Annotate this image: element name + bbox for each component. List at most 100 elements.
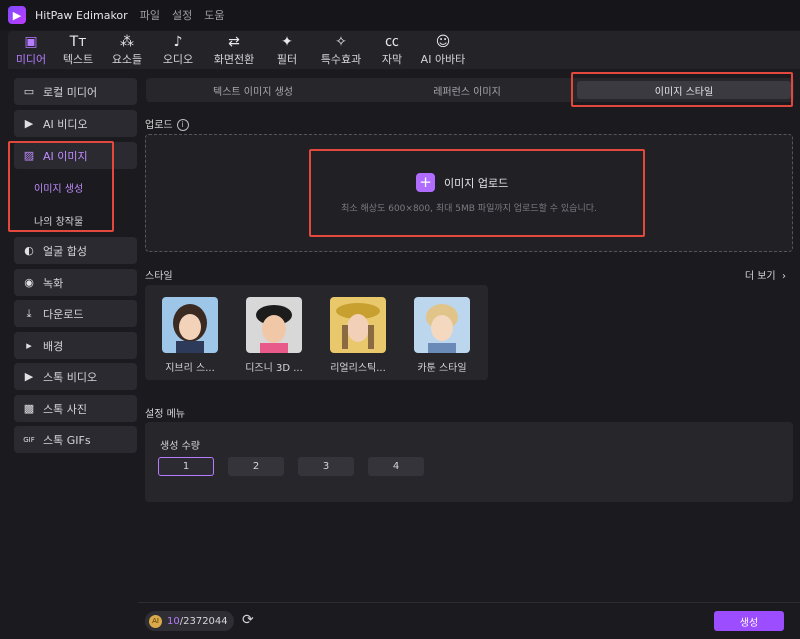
settings-section-title: 설정 메뉴 xyxy=(145,409,185,420)
tool-subtitle[interactable]: ㏄ 자막 xyxy=(372,31,412,69)
style-thumbnail xyxy=(330,297,386,353)
ai-image-icon: ▨ xyxy=(23,149,35,162)
credits-used: 10 xyxy=(167,615,180,627)
sidebar-item-ai-video[interactable]: ▶ AI 비디오 xyxy=(14,110,137,137)
sidebar-item-stock-video[interactable]: ▶ 스톡 비디오 xyxy=(14,363,137,390)
style-card-realistic[interactable]: 리얼리스틱... xyxy=(328,297,388,374)
tool-effects-label: 특수효과 xyxy=(320,52,362,66)
tool-effects[interactable]: ✧ 특수효과 xyxy=(310,31,372,69)
refresh-icon[interactable]: ⟳ xyxy=(242,612,254,628)
style-thumbnail xyxy=(246,297,302,353)
more-styles-link[interactable]: 더 보기 › xyxy=(745,267,786,282)
text-icon: Tт xyxy=(69,33,87,50)
sidebar-item-record[interactable]: ◉ 녹화 xyxy=(14,269,137,296)
stock-video-icon: ▶ xyxy=(24,370,34,383)
style-card-disney-3d[interactable]: 디즈니 3D ... xyxy=(244,297,304,374)
tool-filter[interactable]: ✦ 필터 xyxy=(264,31,310,69)
sub-item-my-creations[interactable]: 나의 창작물 xyxy=(34,213,83,228)
upload-image-button[interactable]: + 이미지 업로드 xyxy=(416,173,508,192)
style-card-ghibli[interactable]: 지브리 스... xyxy=(160,297,220,374)
sidebar-item-label: 다운로드 xyxy=(43,307,84,321)
background-icon: ▸ xyxy=(26,339,32,352)
tool-media[interactable]: ▣ 미디어 xyxy=(8,31,54,69)
upload-hint: 최소 해상도 600×800, 최대 5MB 파일까지 업로드할 수 있습니다. xyxy=(341,204,597,214)
credits-display: AI 10/2372044 xyxy=(145,611,234,631)
tool-subtitle-label: 자막 xyxy=(381,52,403,66)
chevron-right-icon: › xyxy=(778,271,786,282)
menu-settings[interactable]: 설정 xyxy=(172,7,192,23)
stock-photo-icon: ▩ xyxy=(23,402,35,415)
styles-panel: 지브리 스... 디즈니 3D ... 리얼리스틱... 카툰 스타일 xyxy=(145,285,488,380)
quantity-option-4[interactable]: 4 xyxy=(368,457,424,476)
tool-ai-avatar-label: AI 아바타 xyxy=(420,52,466,66)
main-toolbar: ▣ 미디어 Tт 텍스트 ⁂ 요소들 ♪ 오디오 ⇄ 화면전환 ✦ 필터 ✧ 특… xyxy=(8,31,800,69)
audio-icon: ♪ xyxy=(173,33,183,50)
tool-filter-label: 필터 xyxy=(276,52,298,66)
sidebar-item-label: 로컬 미디어 xyxy=(43,85,98,99)
download-icon: ⤓ xyxy=(26,306,32,320)
style-name: 리얼리스틱... xyxy=(330,363,386,374)
bottom-bar: AI 10/2372044 ⟳ 생성 xyxy=(138,602,800,639)
tab-image-style[interactable]: 이미지 스타일 xyxy=(577,81,791,99)
info-icon[interactable]: i xyxy=(176,119,189,131)
generate-button[interactable]: 생성 xyxy=(714,611,784,631)
style-name: 지브리 스... xyxy=(165,363,215,374)
sidebar: ▭ 로컬 미디어 ▶ AI 비디오 ▨ AI 이미지 이미지 생성 나의 창작물… xyxy=(8,72,138,639)
subtitle-icon: ㏄ xyxy=(385,33,399,50)
upload-dropzone[interactable] xyxy=(145,134,793,252)
title-bar: ▶ HitPaw Edimakor 파일 설정 도움 xyxy=(0,0,800,30)
style-thumbnail xyxy=(162,297,218,353)
transition-icon: ⇄ xyxy=(228,33,240,50)
avatar-icon: ☺ xyxy=(435,33,451,50)
elements-icon: ⁂ xyxy=(120,33,134,50)
sidebar-item-local-media[interactable]: ▭ 로컬 미디어 xyxy=(14,78,137,105)
sidebar-item-stock-photo[interactable]: ▩ 스톡 사진 xyxy=(14,395,137,422)
ai-video-icon: ▶ xyxy=(24,117,34,130)
upload-button-label: 이미지 업로드 xyxy=(444,176,509,190)
sidebar-item-label: AI 비디오 xyxy=(43,117,88,131)
app-logo-icon: ▶ xyxy=(8,6,26,24)
tab-text-to-image[interactable]: 텍스트 이미지 생성 xyxy=(146,78,360,102)
tool-text[interactable]: Tт 텍스트 xyxy=(54,31,102,69)
menu-file[interactable]: 파일 xyxy=(140,7,160,23)
tab-bar: 텍스트 이미지 생성 레퍼런스 이미지 이미지 스타일 xyxy=(146,78,794,102)
plus-icon: + xyxy=(416,173,435,192)
tool-transition-label: 화면전환 xyxy=(213,52,255,66)
tool-transition[interactable]: ⇄ 화면전환 xyxy=(204,31,264,69)
app-title: HitPaw Edimakor xyxy=(35,8,128,22)
settings-panel: 생성 수량 1 2 3 4 xyxy=(145,422,793,502)
more-styles-label: 더 보기 xyxy=(744,271,776,282)
tool-elements[interactable]: ⁂ 요소들 xyxy=(102,31,152,69)
style-section-title: 스타일 xyxy=(145,271,173,282)
credits-total: /2372044 xyxy=(179,615,228,627)
filter-icon: ✦ xyxy=(281,33,293,50)
tool-elements-label: 요소들 xyxy=(111,52,143,66)
sidebar-item-ai-image[interactable]: ▨ AI 이미지 xyxy=(14,142,137,169)
upload-section-label: 업로드 xyxy=(145,120,173,131)
sidebar-item-face-swap[interactable]: ◐ 얼굴 합성 xyxy=(14,237,137,264)
main-panel: 텍스트 이미지 생성 레퍼런스 이미지 이미지 스타일 업로드 i + 이미지 업… xyxy=(138,72,800,639)
sub-item-image-generate[interactable]: 이미지 생성 xyxy=(34,180,83,195)
menu-help[interactable]: 도움 xyxy=(204,7,224,23)
sidebar-item-label: 스톡 비디오 xyxy=(43,370,98,384)
folder-icon: ▭ xyxy=(23,85,35,98)
sidebar-item-download[interactable]: ⤓ 다운로드 xyxy=(14,300,137,327)
quantity-option-3[interactable]: 3 xyxy=(298,457,354,476)
sidebar-item-stock-gifs[interactable]: GIF 스톡 GIFs xyxy=(14,426,137,453)
record-icon: ◉ xyxy=(24,276,34,289)
tool-audio[interactable]: ♪ 오디오 xyxy=(152,31,204,69)
sidebar-item-label: AI 이미지 xyxy=(43,149,88,163)
sidebar-item-background[interactable]: ▸ 배경 xyxy=(14,332,137,359)
sidebar-item-label: 얼굴 합성 xyxy=(43,244,87,258)
upload-section-title: 업로드 i xyxy=(145,116,189,131)
style-thumbnail xyxy=(414,297,470,353)
tool-ai-avatar[interactable]: ☺ AI 아바타 xyxy=(412,31,474,69)
tab-reference-image[interactable]: 레퍼런스 이미지 xyxy=(360,78,574,102)
quantity-label: 생성 수량 xyxy=(160,441,200,452)
style-card-cartoon[interactable]: 카툰 스타일 xyxy=(412,297,472,374)
sidebar-item-label: 배경 xyxy=(43,339,64,353)
style-name: 디즈니 3D ... xyxy=(245,363,303,374)
quantity-option-1[interactable]: 1 xyxy=(158,457,214,476)
quantity-option-2[interactable]: 2 xyxy=(228,457,284,476)
style-name: 카툰 스타일 xyxy=(417,363,467,374)
